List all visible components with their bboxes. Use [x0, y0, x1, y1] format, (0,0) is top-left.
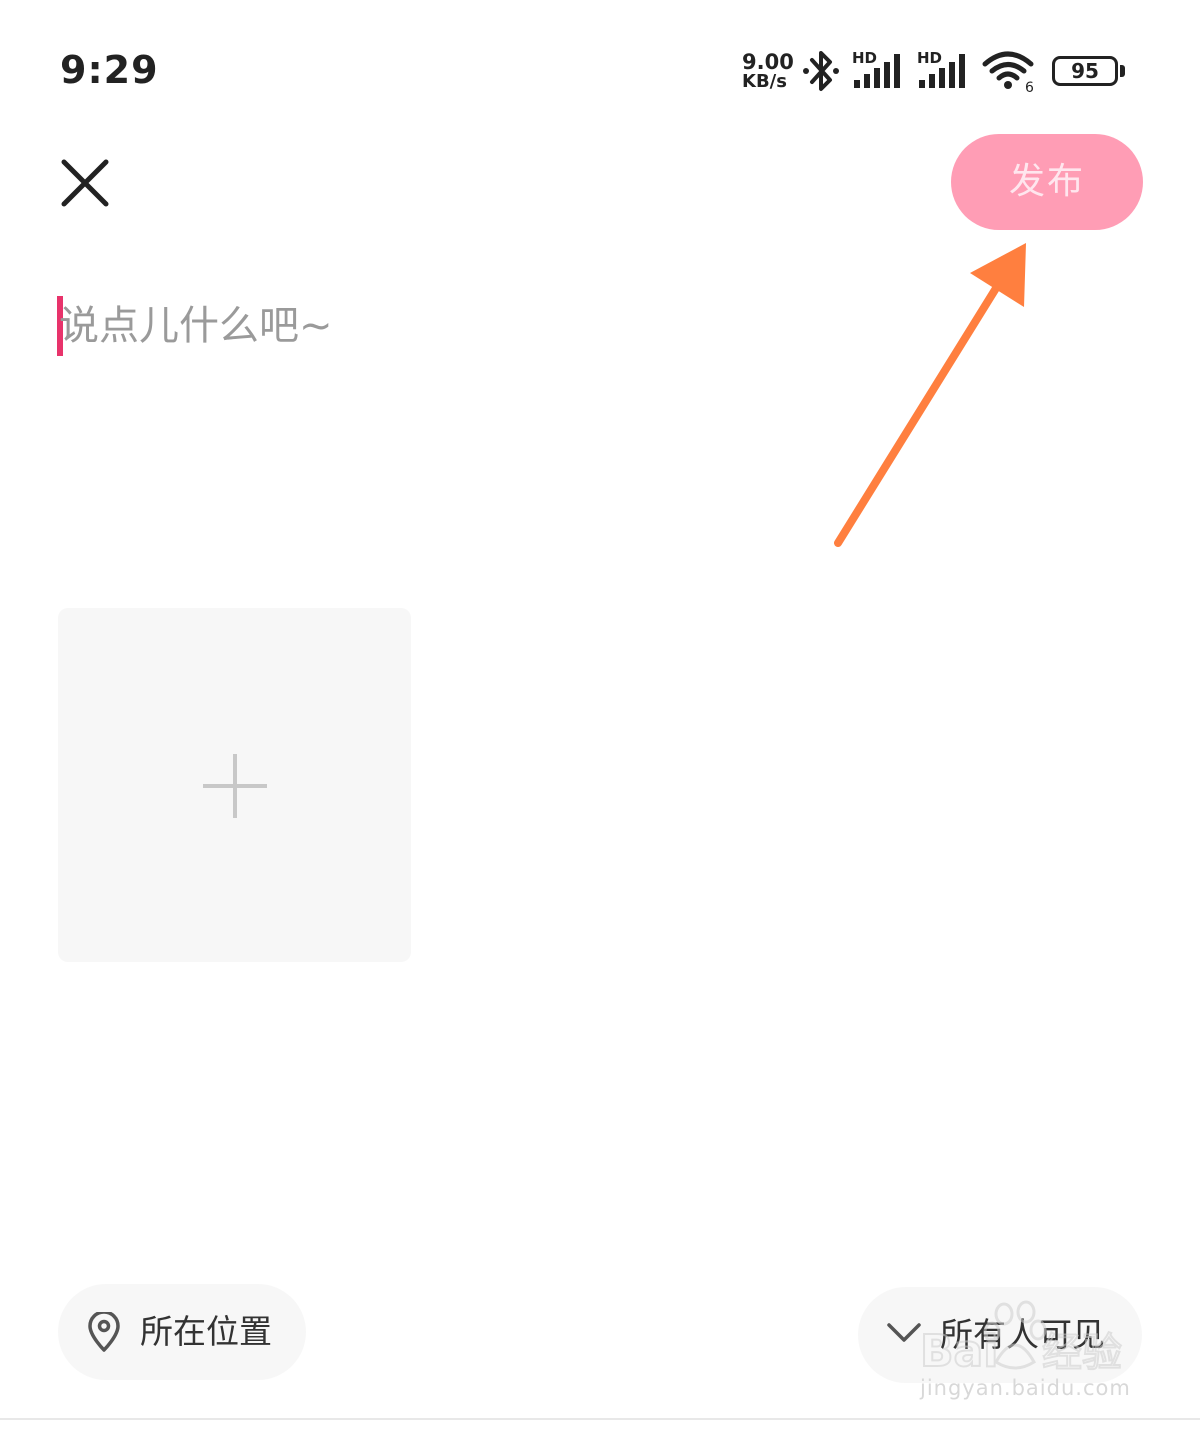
bluetooth-icon: [803, 51, 839, 91]
chevron-down-icon: [887, 1323, 921, 1342]
signal-strength-icon: HD: [852, 49, 900, 88]
battery-icon: 95: [1052, 56, 1118, 86]
post-text-input[interactable]: [59, 296, 1129, 356]
plus-icon: [203, 754, 267, 818]
status-bar: 9:29 9.00 KB/s HD HD 6 95: [0, 0, 1200, 130]
wifi-icon: 6: [982, 51, 1034, 94]
visibility-selector[interactable]: 所有人可见: [858, 1287, 1142, 1383]
bottom-divider: [0, 1418, 1200, 1420]
signal-strength-icon: HD: [917, 49, 965, 88]
location-chip[interactable]: 所在位置: [58, 1284, 306, 1380]
close-icon: [61, 159, 109, 207]
location-label: 所在位置: [140, 1312, 272, 1351]
publish-button[interactable]: 发布: [951, 134, 1143, 230]
add-media-button[interactable]: [58, 608, 411, 962]
close-button[interactable]: [56, 154, 114, 212]
signal-hd-label: HD: [852, 49, 877, 67]
location-pin-icon: [88, 1312, 120, 1352]
network-speed: 9.00 KB/s: [742, 50, 794, 92]
signal-hd-label: HD: [917, 49, 942, 67]
status-time: 9:29: [60, 48, 159, 92]
annotation-arrow: [834, 243, 1026, 547]
visibility-label: 所有人可见: [940, 1315, 1105, 1354]
battery-level: 95: [1071, 59, 1099, 83]
battery-cap: [1120, 65, 1125, 77]
network-speed-unit: KB/s: [742, 71, 787, 92]
post-editor: [57, 296, 1137, 356]
network-speed-value: 9.00: [742, 50, 794, 74]
wifi-badge: 6: [1025, 80, 1034, 94]
